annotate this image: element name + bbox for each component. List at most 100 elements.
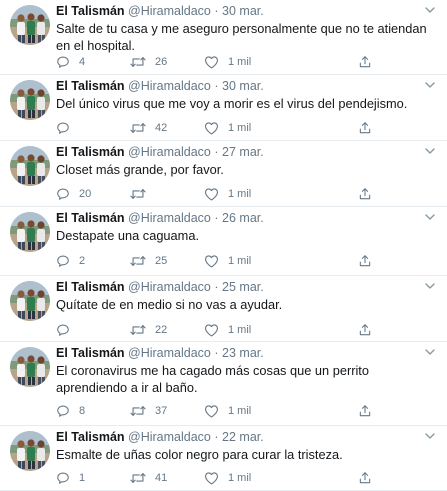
- reply-icon: [57, 472, 69, 484]
- tweet-item[interactable]: El Talismán @Hiramaldaco · 25 mar. Quíta…: [0, 276, 447, 342]
- retweet-button[interactable]: 41: [130, 470, 167, 486]
- tweet-text: Del único virus que me voy a morir es el…: [56, 96, 408, 111]
- chevron-down-icon[interactable]: [425, 432, 435, 440]
- retweet-icon: [130, 406, 146, 416]
- reply-count: 8: [79, 405, 86, 417]
- tweet-date[interactable]: 25 mar.: [222, 280, 264, 294]
- retweet-count: 41: [155, 472, 168, 484]
- tweet-date[interactable]: 23 mar.: [222, 346, 264, 360]
- author-name[interactable]: El Talismán: [56, 211, 125, 225]
- reply-button[interactable]: 4: [56, 54, 85, 70]
- share-button[interactable]: [358, 470, 372, 486]
- reply-count: 20: [79, 188, 92, 200]
- heart-icon: [205, 188, 218, 201]
- retweet-button[interactable]: 25: [130, 253, 167, 269]
- retweet-icon: [130, 57, 146, 67]
- author-handle[interactable]: @Hiramaldaco: [128, 280, 211, 294]
- author-name[interactable]: El Talismán: [56, 346, 125, 360]
- heart-icon: [205, 405, 218, 418]
- tweet-date[interactable]: 30 mar.: [222, 4, 264, 18]
- avatar-photo-icon: [10, 5, 50, 45]
- like-button[interactable]: 1 mil: [204, 54, 251, 70]
- tweet-date[interactable]: 30 mar.: [222, 79, 264, 93]
- author-handle[interactable]: @Hiramaldaco: [128, 430, 211, 444]
- reply-button[interactable]: 2: [56, 253, 85, 269]
- share-icon: [359, 324, 371, 336]
- share-button[interactable]: [358, 322, 372, 338]
- avatar[interactable]: [10, 212, 50, 252]
- tweet-text: El coronavirus me ha cagado más cosas qu…: [56, 363, 369, 395]
- author-name[interactable]: El Talismán: [56, 4, 125, 18]
- retweet-button[interactable]: 37: [130, 403, 167, 419]
- avatar[interactable]: [10, 281, 50, 321]
- avatar-photo-icon: [10, 281, 50, 321]
- author-handle[interactable]: @Hiramaldaco: [128, 346, 211, 360]
- tweet-text: Closet más grande, por favor.: [56, 162, 224, 177]
- avatar[interactable]: [10, 5, 50, 45]
- author-handle[interactable]: @Hiramaldaco: [128, 79, 211, 93]
- author-name[interactable]: El Talismán: [56, 79, 125, 93]
- avatar[interactable]: [10, 347, 50, 387]
- author-handle[interactable]: @Hiramaldaco: [128, 145, 211, 159]
- share-button[interactable]: [358, 120, 372, 136]
- reply-button[interactable]: [56, 120, 79, 136]
- tweet-item[interactable]: El Talismán @Hiramaldaco · 30 mar. Salte…: [0, 0, 447, 75]
- tweet-header: El Talismán @Hiramaldaco · 27 mar.: [56, 144, 433, 161]
- reply-button[interactable]: 8: [56, 403, 85, 419]
- tweet-actions: 8 37 1 mil: [56, 403, 386, 419]
- reply-icon: [57, 255, 69, 267]
- chevron-down-icon[interactable]: [425, 282, 435, 290]
- author-handle[interactable]: @Hiramaldaco: [128, 4, 211, 18]
- tweet-date[interactable]: 27 mar.: [222, 145, 264, 159]
- tweet-actions: 1 41 1 mil: [56, 470, 386, 486]
- separator: ·: [214, 79, 219, 93]
- separator: ·: [214, 346, 219, 360]
- retweet-button[interactable]: 22: [130, 322, 167, 338]
- share-button[interactable]: [358, 186, 372, 202]
- reply-button[interactable]: 20: [56, 186, 91, 202]
- avatar[interactable]: [10, 80, 50, 120]
- share-button[interactable]: [358, 253, 372, 269]
- like-button[interactable]: 1 mil: [204, 470, 251, 486]
- separator: ·: [214, 280, 219, 294]
- author-handle[interactable]: @Hiramaldaco: [128, 211, 211, 225]
- reply-icon: [57, 405, 69, 417]
- retweet-count: 42: [155, 122, 168, 134]
- heart-icon: [205, 56, 218, 69]
- retweet-button[interactable]: 26: [130, 54, 167, 70]
- tweet-date[interactable]: 22 mar.: [222, 430, 264, 444]
- tweet-text: Esmalte de uñas color negro para curar l…: [56, 447, 343, 462]
- author-name[interactable]: El Talismán: [56, 430, 125, 444]
- like-button[interactable]: 1 mil: [204, 403, 251, 419]
- author-name[interactable]: El Talismán: [56, 145, 125, 159]
- tweet-item[interactable]: El Talismán @Hiramaldaco · 30 mar. Del ú…: [0, 75, 447, 141]
- share-button[interactable]: [358, 54, 372, 70]
- reply-button[interactable]: 1: [56, 470, 85, 486]
- share-icon: [359, 255, 371, 267]
- chevron-down-icon[interactable]: [425, 6, 435, 14]
- tweet-date[interactable]: 26 mar.: [222, 211, 264, 225]
- heart-icon: [205, 122, 218, 135]
- chevron-down-icon[interactable]: [425, 81, 435, 89]
- author-name[interactable]: El Talismán: [56, 280, 125, 294]
- like-button[interactable]: 1 mil: [204, 253, 251, 269]
- tweet-item[interactable]: El Talismán @Hiramaldaco · 23 mar. El co…: [0, 342, 447, 426]
- tweet-item[interactable]: El Talismán @Hiramaldaco · 27 mar. Close…: [0, 141, 447, 207]
- chevron-down-icon[interactable]: [425, 213, 435, 221]
- avatar[interactable]: [10, 431, 50, 471]
- like-button[interactable]: 1 mil: [204, 120, 251, 136]
- chevron-down-icon[interactable]: [425, 147, 435, 155]
- tweet-text: Destapate una caguama.: [56, 228, 199, 243]
- tweet-item[interactable]: El Talismán @Hiramaldaco · 26 mar. Desta…: [0, 207, 447, 276]
- share-button[interactable]: [358, 403, 372, 419]
- retweet-count: 22: [155, 324, 168, 336]
- avatar[interactable]: [10, 146, 50, 186]
- retweet-count: 26: [155, 56, 168, 68]
- chevron-down-icon[interactable]: [425, 348, 435, 356]
- retweet-button[interactable]: [130, 186, 155, 202]
- tweet-item[interactable]: El Talismán @Hiramaldaco · 22 mar. Esmal…: [0, 426, 447, 491]
- like-button[interactable]: 1 mil: [204, 322, 251, 338]
- retweet-button[interactable]: 42: [130, 120, 167, 136]
- like-button[interactable]: 1 mil: [204, 186, 251, 202]
- reply-button[interactable]: [56, 322, 79, 338]
